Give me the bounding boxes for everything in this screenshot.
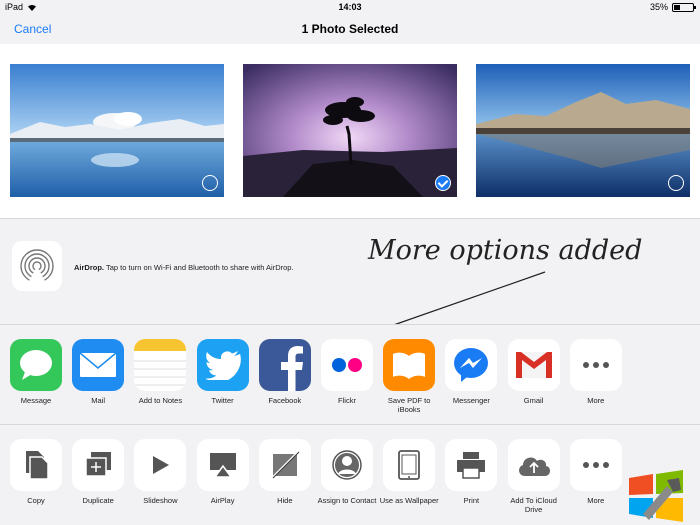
share-app-twitter[interactable]: Twitter <box>192 339 254 405</box>
share-app-message[interactable]: Message <box>5 339 67 405</box>
airdrop-section: AirDrop. Tap to turn on Wi-Fi and Blueto… <box>0 218 700 324</box>
action-label: Hide <box>277 496 293 505</box>
clock: 14:03 <box>338 2 362 12</box>
share-app-label: Mail <box>91 396 106 405</box>
action-label: Add To iCloud Drive <box>510 496 557 514</box>
mail-icon <box>72 339 125 391</box>
action-assign-to-contact[interactable]: Assign to Contact <box>316 439 378 505</box>
annotation-text: More options added <box>368 235 643 266</box>
more-icon <box>569 439 622 491</box>
share-app-label: More <box>587 396 605 405</box>
action-label: More <box>587 496 605 505</box>
status-bar: iPad 14:03 35% <box>0 0 700 14</box>
share-app-label: Twitter <box>211 396 234 405</box>
battery-icon <box>672 2 696 12</box>
share-app-label: Messenger <box>452 396 490 405</box>
gmail-icon <box>507 339 560 391</box>
action-label: Print <box>463 496 480 505</box>
share-app-facebook[interactable]: Facebook <box>254 339 316 405</box>
icloud-icon <box>507 439 560 491</box>
action-label: Duplicate <box>82 496 114 505</box>
photo-mountain-lake <box>10 64 224 197</box>
more-icon <box>569 339 622 391</box>
share-app-label: Add to Notes <box>138 396 183 405</box>
share-app-mail[interactable]: Mail <box>67 339 129 405</box>
messenger-icon <box>445 339 498 391</box>
share-apps-row: Message Mail Add to Notes Twitter Facebook Fl… <box>0 324 700 424</box>
nav-bar: Cancel 1 Photo Selected <box>0 14 700 44</box>
page-title: 1 Photo Selected <box>301 22 399 36</box>
photo-rocky-lake <box>476 64 690 197</box>
hide-icon <box>258 439 311 491</box>
share-app-add-to-notes[interactable]: Add to Notes <box>129 339 191 405</box>
photo-tree-sunset <box>243 64 457 197</box>
action-label: AirPlay <box>210 496 235 505</box>
photo-thumbnail-selected[interactable] <box>243 64 457 197</box>
photo-thumbnail[interactable] <box>10 64 224 197</box>
share-app-label: Gmail <box>523 396 544 405</box>
airplay-icon <box>196 439 249 491</box>
select-circle[interactable] <box>668 175 684 191</box>
contact-icon <box>321 439 373 491</box>
action-label: Copy <box>27 496 45 505</box>
notes-icon <box>134 339 187 391</box>
airdrop-icon[interactable] <box>12 241 62 291</box>
action-label: Slideshow <box>143 496 178 505</box>
copy-icon <box>10 439 62 491</box>
action-airplay[interactable]: AirPlay <box>192 439 254 505</box>
share-app-flickr[interactable]: Flickr <box>316 339 378 405</box>
photo-strip <box>0 44 700 218</box>
action-print[interactable]: Print <box>440 439 502 505</box>
slideshow-icon <box>134 439 187 491</box>
airdrop-description: AirDrop. Tap to turn on Wi-Fi and Blueto… <box>74 263 294 272</box>
selected-checkmark-icon[interactable] <box>435 175 451 191</box>
action-duplicate[interactable]: Duplicate <box>67 439 129 505</box>
battery-percent: 35% <box>649 2 668 12</box>
share-app-more[interactable]: More <box>565 339 627 405</box>
action-slideshow[interactable]: Slideshow <box>129 439 191 505</box>
select-circle[interactable] <box>202 175 218 191</box>
print-icon <box>445 439 498 491</box>
ibooks-icon <box>383 339 436 391</box>
action-add-to-icloud-drive[interactable]: Add To iCloud Drive <box>503 439 565 514</box>
facebook-icon <box>258 339 311 391</box>
action-hide[interactable]: Hide <box>254 439 316 505</box>
photo-thumbnail[interactable] <box>476 64 690 197</box>
twitter-icon <box>196 339 249 391</box>
action-use-as-wallpaper[interactable]: Use as Wallpaper <box>378 439 440 505</box>
message-icon <box>10 339 62 391</box>
flickr-icon <box>321 339 373 391</box>
wallpaper-icon <box>383 439 436 491</box>
action-label: Assign to Contact <box>317 496 377 505</box>
share-app-label: Facebook <box>268 396 302 405</box>
duplicate-icon <box>72 439 125 491</box>
windows-logo-icon <box>629 470 683 522</box>
action-label: Use as Wallpaper <box>379 496 439 505</box>
share-app-label: Message <box>20 396 52 405</box>
share-app-save-pdf-to-ibooks[interactable]: Save PDF to iBooks <box>378 339 440 414</box>
share-app-gmail[interactable]: Gmail <box>503 339 565 405</box>
share-app-label: Flickr <box>338 396 356 405</box>
share-app-label: Save PDF to iBooks <box>387 396 431 414</box>
action-more[interactable]: More <box>565 439 627 505</box>
action-copy[interactable]: Copy <box>5 439 67 505</box>
actions-row: Copy Duplicate Slideshow AirPlay Hide Assign … <box>0 424 700 525</box>
share-app-messenger[interactable]: Messenger <box>440 339 502 405</box>
